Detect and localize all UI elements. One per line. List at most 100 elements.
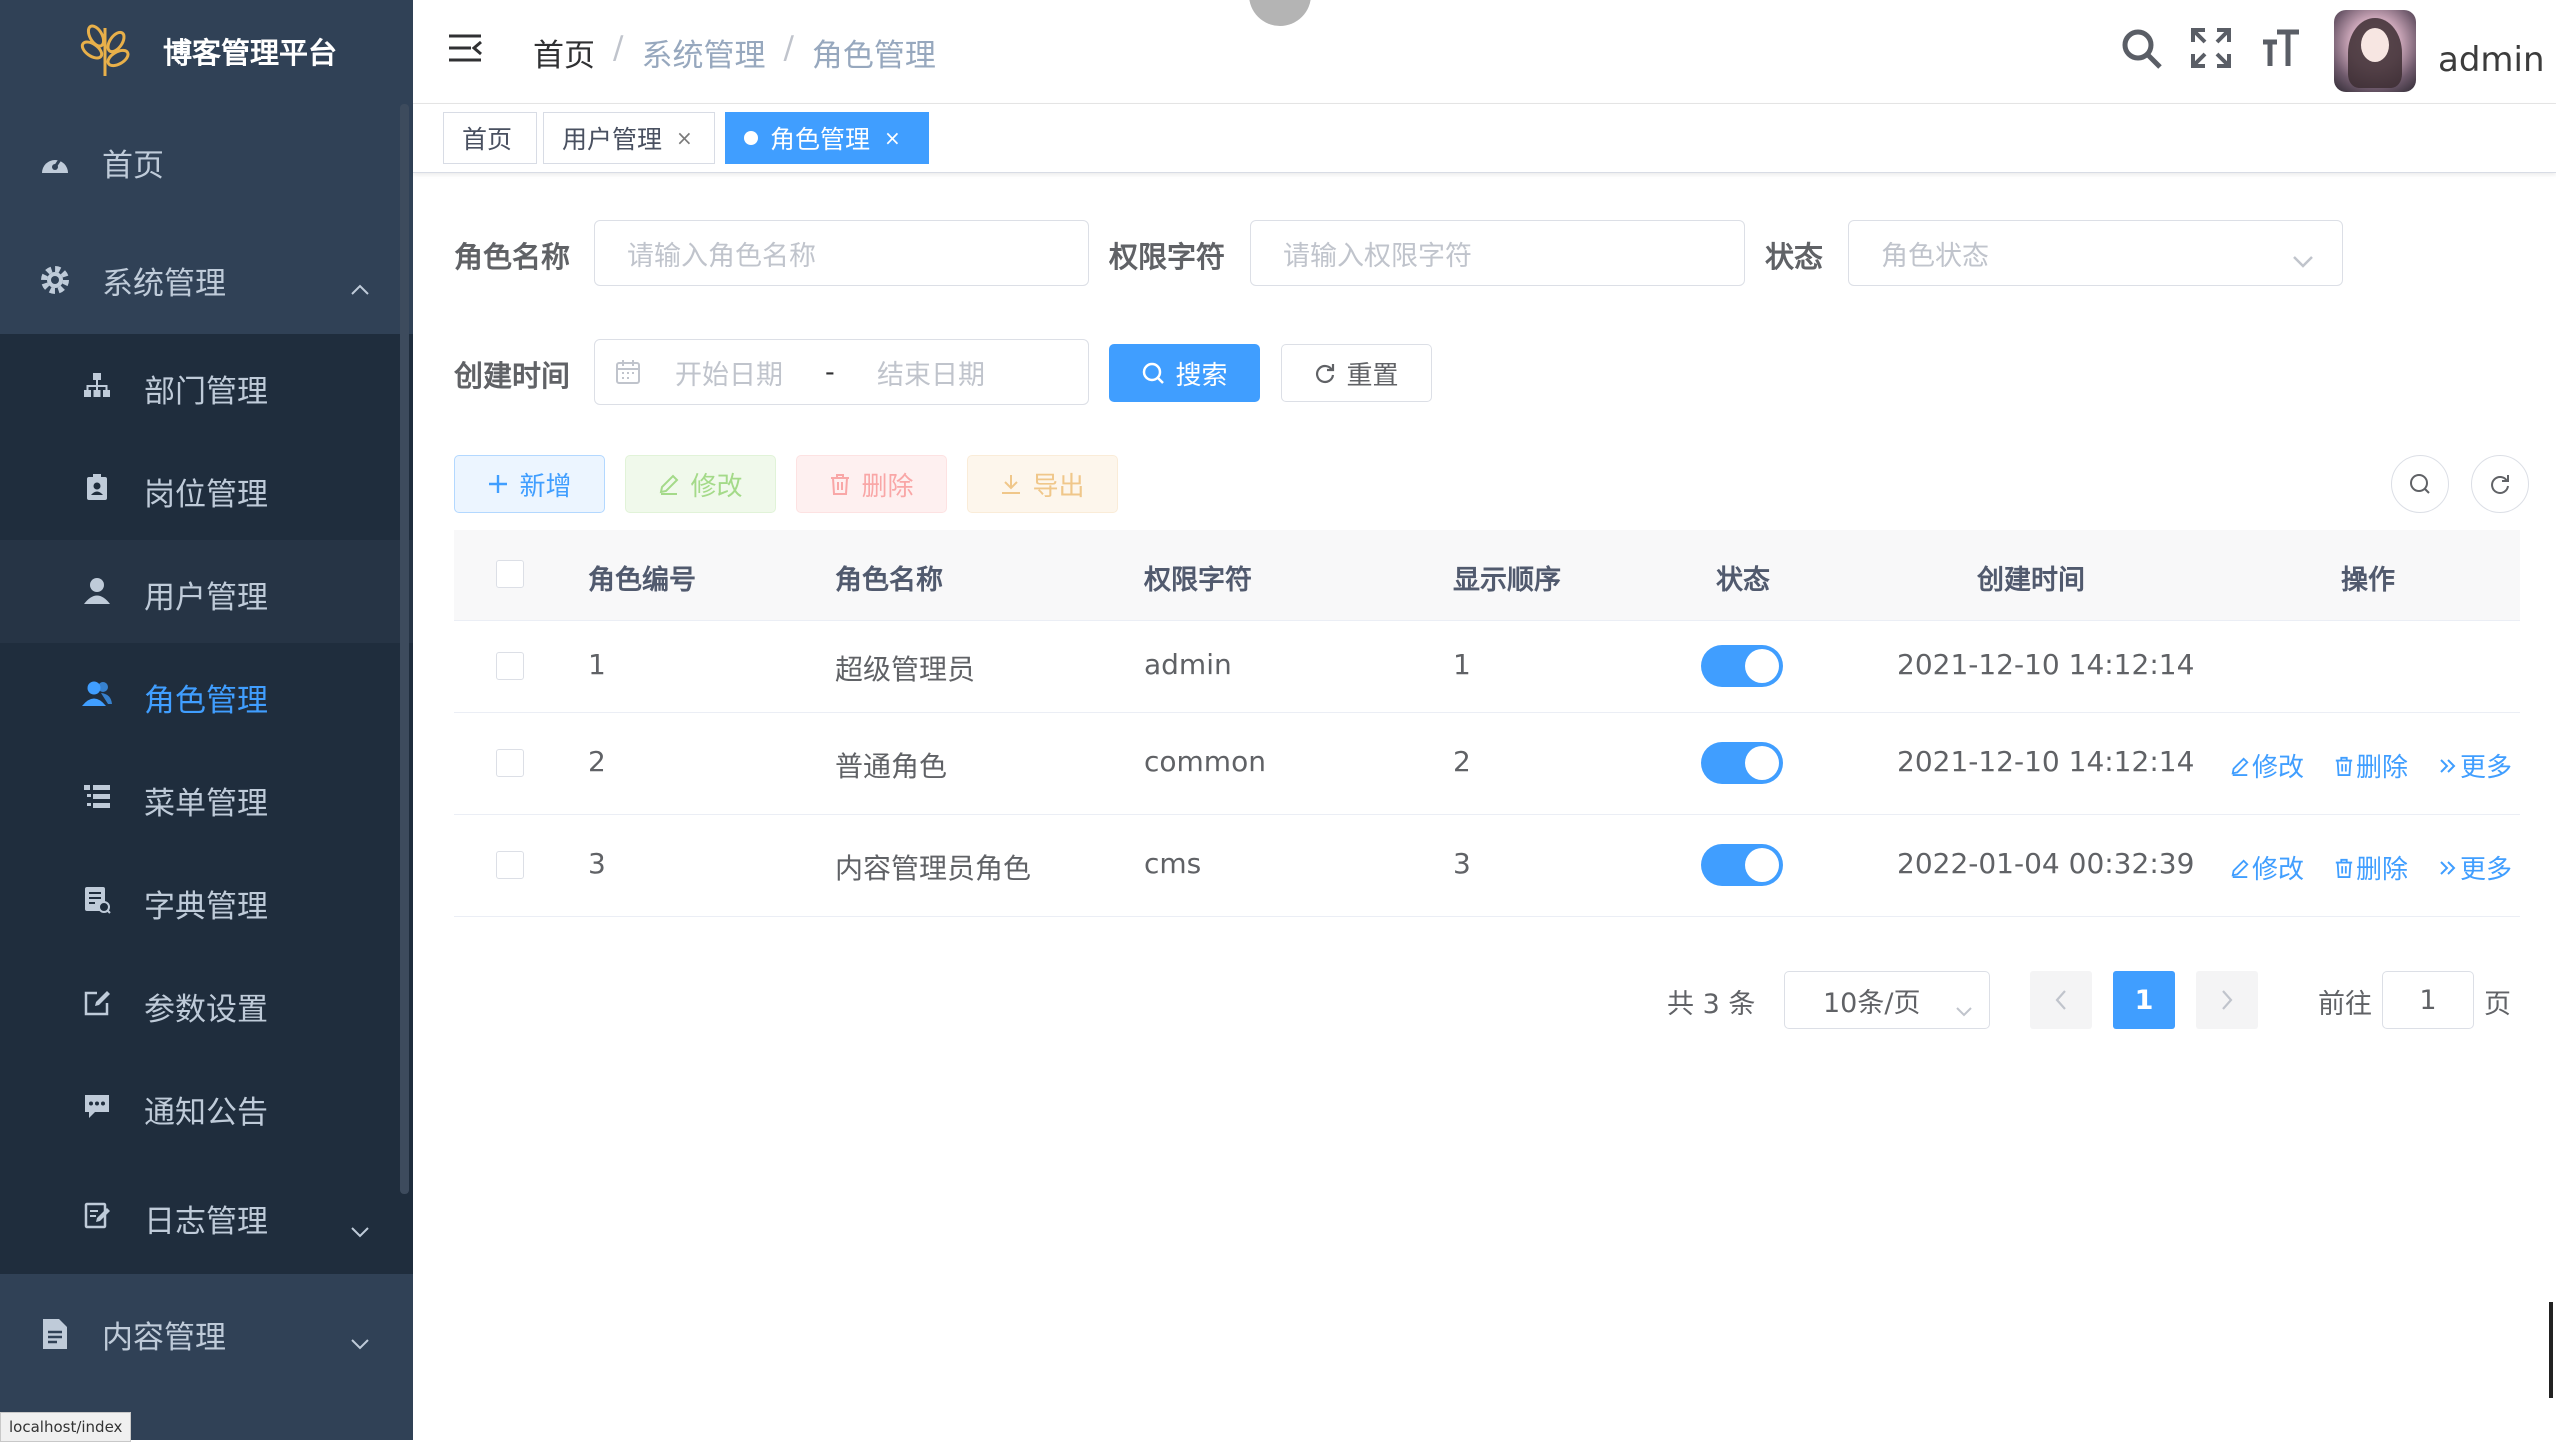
peoples-icon bbox=[80, 677, 114, 711]
status-select[interactable]: 角色状态 bbox=[1848, 220, 2343, 286]
search-button[interactable]: 搜索 bbox=[1109, 344, 1260, 402]
breadcrumb: 首页 / 系统管理 / 角色管理 bbox=[533, 30, 936, 75]
status-label: 状态 bbox=[1765, 240, 1824, 274]
status-switch[interactable] bbox=[1701, 844, 1783, 886]
row-more-link[interactable]: 更多 bbox=[2438, 849, 2512, 886]
post-icon bbox=[80, 471, 114, 505]
next-page-button[interactable] bbox=[2196, 971, 2258, 1029]
user-icon bbox=[80, 574, 114, 608]
cell-role-key: common bbox=[1144, 745, 1266, 778]
sidebar-item-label: 菜单管理 bbox=[144, 786, 268, 822]
gear-icon bbox=[38, 263, 72, 297]
refresh-button[interactable] bbox=[2471, 455, 2529, 513]
end-date-input[interactable]: 结束日期 bbox=[877, 353, 985, 392]
logo-icon bbox=[80, 24, 130, 76]
row-more-label: 更多 bbox=[2460, 753, 2513, 783]
system-submenu: 部门管理 岗位管理 用户管理 角色管理 菜单管理 字典管理 参数设置 通知公告 bbox=[0, 334, 413, 1274]
start-date-input[interactable]: 开始日期 bbox=[675, 353, 825, 392]
goto-page-input[interactable]: 1 bbox=[2382, 971, 2474, 1029]
sidebar-scrollbar[interactable] bbox=[400, 104, 409, 1194]
sidebar-item-dept[interactable]: 部门管理 bbox=[0, 334, 413, 437]
chevron-left-icon bbox=[2054, 989, 2068, 1011]
prev-page-button[interactable] bbox=[2030, 971, 2092, 1029]
perm-input[interactable]: 请输入权限字符 bbox=[1250, 220, 1745, 286]
status-switch[interactable] bbox=[1701, 645, 1783, 687]
log-icon bbox=[80, 1198, 114, 1232]
username[interactable]: admin bbox=[2438, 40, 2545, 80]
row-checkbox[interactable] bbox=[496, 652, 524, 680]
cell-created: 2021-12-10 14:12:14 bbox=[1897, 648, 2195, 681]
page-number[interactable]: 1 bbox=[2113, 971, 2175, 1029]
sidebar-item-post[interactable]: 岗位管理 bbox=[0, 437, 413, 540]
menu-label-content: 内容管理 bbox=[102, 1319, 226, 1356]
th-created: 创建时间 bbox=[1977, 565, 2085, 596]
toggle-search-button[interactable] bbox=[2391, 455, 2449, 513]
hamburger-icon[interactable] bbox=[447, 32, 483, 68]
sidebar-item-role[interactable]: 角色管理 bbox=[0, 643, 413, 746]
active-dot bbox=[744, 131, 758, 145]
menu-item-home[interactable]: 首页 bbox=[0, 108, 413, 216]
page-size-select[interactable]: 10条/页 bbox=[1784, 971, 1990, 1029]
row-checkbox[interactable] bbox=[496, 749, 524, 777]
reset-button[interactable]: 重置 bbox=[1281, 344, 1432, 402]
close-icon[interactable]: × bbox=[676, 126, 693, 150]
row-more-link[interactable]: 更多 bbox=[2438, 747, 2512, 784]
sidebar-item-config[interactable]: 参数设置 bbox=[0, 952, 413, 1055]
sidebar-item-dict[interactable]: 字典管理 bbox=[0, 849, 413, 952]
logo[interactable]: 博客管理平台 bbox=[0, 0, 413, 103]
search-icon bbox=[1141, 361, 1165, 385]
row-delete-link[interactable]: 删除 bbox=[2334, 849, 2408, 886]
switch-knob bbox=[1745, 848, 1779, 882]
th-role-key: 权限字符 bbox=[1144, 565, 1252, 596]
row-checkbox[interactable] bbox=[496, 851, 524, 879]
tag-role[interactable]: 角色管理 × bbox=[725, 112, 929, 164]
fullscreen-icon[interactable] bbox=[2191, 28, 2231, 72]
sidebar-item-label: 参数设置 bbox=[144, 992, 268, 1028]
trash-icon bbox=[829, 473, 851, 495]
sidebar-item-menu[interactable]: 菜单管理 bbox=[0, 746, 413, 849]
tag-home[interactable]: 首页 bbox=[443, 112, 537, 164]
avatar[interactable] bbox=[2334, 10, 2416, 92]
plus-icon bbox=[487, 473, 509, 495]
date-range-picker[interactable]: 开始日期 - 结束日期 bbox=[594, 339, 1089, 405]
sidebar-item-label: 用户管理 bbox=[144, 580, 268, 616]
search-icon[interactable] bbox=[2121, 28, 2163, 74]
sidebar-item-label: 日志管理 bbox=[144, 1204, 268, 1240]
row-edit-link[interactable]: 修改 bbox=[2230, 747, 2304, 784]
double-arrow-right-icon bbox=[2438, 756, 2458, 776]
sidebar-item-label: 部门管理 bbox=[144, 374, 268, 410]
status-switch[interactable] bbox=[1701, 742, 1783, 784]
export-button[interactable]: 导出 bbox=[967, 455, 1118, 513]
sidebar-item-user[interactable]: 用户管理 bbox=[0, 540, 413, 643]
sidebar-item-label: 通知公告 bbox=[144, 1095, 268, 1131]
calendar-icon bbox=[615, 359, 641, 385]
delete-button[interactable]: 删除 bbox=[796, 455, 947, 513]
row-edit-link[interactable]: 修改 bbox=[2230, 849, 2304, 886]
menu-item-system[interactable]: 系统管理 bbox=[0, 226, 413, 334]
page-size-value: 10条/页 bbox=[1823, 987, 1921, 1019]
sidebar-item-log[interactable]: 日志管理 bbox=[0, 1158, 413, 1274]
sidebar-item-notice[interactable]: 通知公告 bbox=[0, 1055, 413, 1158]
search-icon bbox=[2408, 472, 2432, 496]
row-delete-label: 删除 bbox=[2356, 855, 2409, 885]
switch-knob bbox=[1745, 746, 1779, 780]
breadcrumb-item[interactable]: 首页 bbox=[533, 30, 595, 75]
menu-item-content[interactable]: 内容管理 bbox=[0, 1280, 413, 1388]
edit-button[interactable]: 修改 bbox=[625, 455, 776, 513]
select-all-checkbox[interactable] bbox=[496, 560, 524, 588]
sidebar: 博客管理平台 首页 系统管理 部门管理 岗位管理 用户管理 角色管理 菜单管理 … bbox=[0, 0, 413, 1440]
edit-icon bbox=[658, 473, 680, 495]
tag-user[interactable]: 用户管理 × bbox=[543, 112, 715, 164]
close-icon[interactable]: × bbox=[884, 126, 901, 150]
font-size-icon[interactable] bbox=[2261, 28, 2301, 72]
sidebar-item-label: 岗位管理 bbox=[144, 477, 268, 513]
row-delete-link[interactable]: 删除 bbox=[2334, 747, 2408, 784]
add-button[interactable]: 新增 bbox=[454, 455, 605, 513]
document-icon bbox=[38, 1317, 72, 1351]
table-row: 2 普通角色 common 2 2021-12-10 14:12:14 修改 删… bbox=[454, 712, 2520, 815]
role-name-input[interactable]: 请输入角色名称 bbox=[594, 220, 1089, 286]
cell-created: 2022-01-04 00:32:39 bbox=[1897, 847, 2195, 880]
chevron-down-icon bbox=[350, 1210, 370, 1246]
tree-table-icon bbox=[80, 780, 114, 814]
dashboard-icon bbox=[38, 145, 72, 179]
